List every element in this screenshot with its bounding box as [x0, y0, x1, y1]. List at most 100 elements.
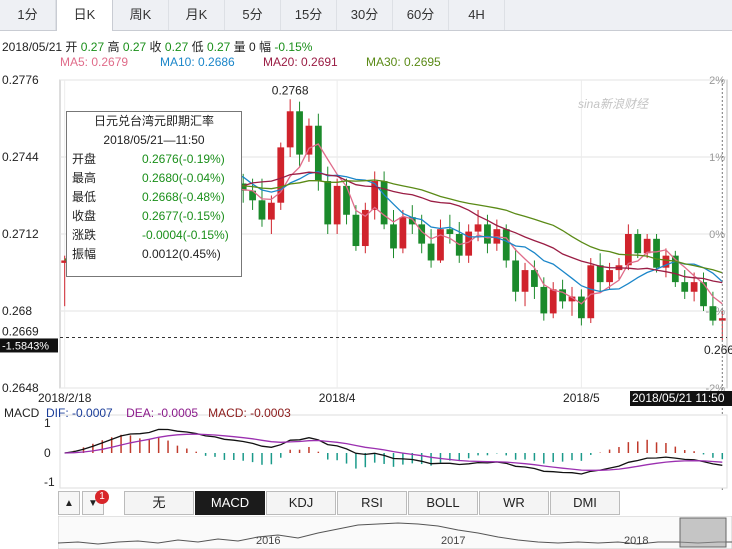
tab-6[interactable]: 30分 [337, 0, 393, 30]
tooltip-row: 振幅 0.0012(0.45%) [67, 245, 241, 264]
quote-line: 2018/05/21 开 0.27 高 0.27 收 0.27 低 0.27 量… [2, 40, 313, 54]
high-annotation: 0.2768 [272, 83, 309, 97]
candle-body [437, 229, 444, 261]
triangle-up-icon: ▲ [64, 497, 74, 509]
tab-7[interactable]: 60分 [393, 0, 449, 30]
current-price-label: 0.2669 [2, 324, 39, 338]
candle-body [333, 185, 341, 225]
y-tick-label: 0.2648 [2, 381, 39, 395]
candle-body [427, 243, 435, 261]
tooltip-datetime: 2018/05/21—11:50 [103, 133, 205, 147]
tooltip-value: -0.0004(-0.15%) [142, 228, 229, 242]
navigator-window-handle[interactable] [679, 517, 727, 548]
candle-body [324, 181, 332, 225]
tooltip-key: 开盘 [72, 152, 97, 166]
arrow-down-button[interactable]: ▼ 1 [82, 490, 109, 515]
quote-high: 0.27 [122, 40, 147, 54]
candle-body [606, 270, 613, 283]
quote-volume: 0 [249, 40, 256, 54]
y-tick-label: 0.2712 [2, 227, 39, 241]
tooltip-row: 开盘 0.2676(-0.19%) [67, 150, 241, 169]
tooltip-key: 最低 [72, 190, 97, 204]
ma20-legend: MA20: 0.2691 [263, 55, 338, 69]
candle-body [521, 270, 529, 292]
macd-legend: MACD DIF: -0.0007 DEA: -0.0005 MACD: -0.… [4, 406, 291, 420]
candle-body [474, 224, 482, 232]
indicator-tab-6[interactable]: DMI [550, 491, 620, 515]
tooltip-panel: 日元兑台湾元即期汇率 2018/05/21—11:50 开盘 0.2676(-0.… [66, 111, 242, 277]
candle-body [643, 238, 651, 254]
range-navigator[interactable]: 2016 2017 2018 [58, 516, 732, 549]
candle-body [653, 238, 660, 268]
candle-body [484, 224, 491, 244]
candle-body [352, 214, 360, 247]
tab-2[interactable]: 周K [113, 0, 169, 30]
indicator-tab-5[interactable]: WR [479, 491, 549, 515]
navigator-label-2016: 2016 [256, 535, 280, 547]
indicator-tab-0[interactable]: 无 [124, 491, 194, 515]
candle-body [258, 200, 266, 220]
tooltip-row: 最低 0.2668(-0.48%) [67, 188, 241, 207]
pct-tick-label: 0% [709, 229, 725, 241]
candle-body [399, 217, 407, 249]
tab-0[interactable]: 1分 [0, 0, 56, 30]
candle-body [502, 229, 510, 261]
watermark-logo: sina新浪财经 [578, 97, 650, 111]
tooltip-row: 涨跌 -0.0004(-0.15%) [67, 226, 241, 245]
candle-body [634, 234, 642, 254]
tooltip-value: 0.2680(-0.04%) [142, 171, 225, 185]
candle-body [343, 185, 350, 215]
tab-3[interactable]: 月K [169, 0, 225, 30]
tooltip-key: 最高 [72, 171, 97, 185]
y-tick-label: 0.2776 [2, 73, 39, 87]
indicator-tab-1[interactable]: MACD [195, 491, 265, 515]
candle-body [578, 296, 585, 319]
macd-dif: DIF: -0.0007 [46, 406, 113, 420]
ma30-legend: MA30: 0.2695 [366, 55, 441, 69]
candle-body [540, 286, 548, 314]
navigator-label-2017: 2017 [441, 535, 465, 547]
indicator-tab-3[interactable]: RSI [337, 491, 407, 515]
notification-badge: 1 [95, 490, 109, 504]
tooltip-row: 最高 0.2680(-0.04%) [67, 169, 241, 188]
candle-body [446, 229, 454, 234]
tab-5[interactable]: 15分 [281, 0, 337, 30]
tab-8[interactable]: 4H [449, 0, 505, 30]
candle-body [296, 111, 303, 155]
x-tick-label: 2018/5 [563, 391, 600, 405]
ma10-legend: MA10: 0.2686 [160, 55, 235, 69]
tooltip-value: 0.2677(-0.15%) [142, 209, 225, 223]
candle-body [690, 282, 698, 292]
tooltip-key: 振幅 [72, 247, 97, 261]
candle-body [390, 224, 397, 249]
macd-tick-label: -1 [44, 475, 55, 489]
indicator-tabs: 无 MACD KDJ RSI BOLL WR DMI [124, 491, 621, 515]
candle-body [700, 282, 707, 307]
arrow-up-button[interactable]: ▲ [58, 491, 80, 515]
tab-4[interactable]: 5分 [225, 0, 281, 30]
tooltip-value: 0.0012(0.45%) [142, 247, 221, 261]
indicator-tab-2[interactable]: KDJ [266, 491, 336, 515]
candle-body [596, 265, 604, 283]
tooltip-value: 0.2676(-0.19%) [142, 152, 225, 166]
current-pct-label: -1.5843% [2, 340, 49, 352]
quote-close: 0.27 [164, 40, 189, 54]
quote-open: 0.27 [80, 40, 105, 54]
candle-body [267, 202, 275, 220]
ma5-legend: MA5: 0.2679 [60, 55, 129, 69]
x-tick-label: 2018/4 [319, 391, 356, 405]
macd-dea: DEA: -0.0005 [126, 406, 199, 420]
navigator-label-2018: 2018 [624, 535, 648, 547]
tooltip-key: 涨跌 [72, 228, 97, 242]
tab-1[interactable]: 日K [56, 0, 113, 31]
period-tabs: 1分 日K 周K 月K 5分 15分 30分 60分 4H [0, 0, 732, 31]
quote-change: -0.15% [274, 40, 313, 54]
quote-date: 2018/05/21 [2, 40, 63, 54]
low-annotation: 0.2668 [704, 343, 732, 357]
indicator-tab-4[interactable]: BOLL [408, 491, 478, 515]
tooltip-key: 收盘 [72, 209, 97, 223]
tooltip-title: 日元兑台湾元即期汇率 [93, 114, 214, 128]
quote-low: 0.27 [206, 40, 231, 54]
y-tick-label: 0.268 [2, 304, 32, 318]
tooltip-row: 收盘 0.2677(-0.15%) [67, 207, 241, 226]
